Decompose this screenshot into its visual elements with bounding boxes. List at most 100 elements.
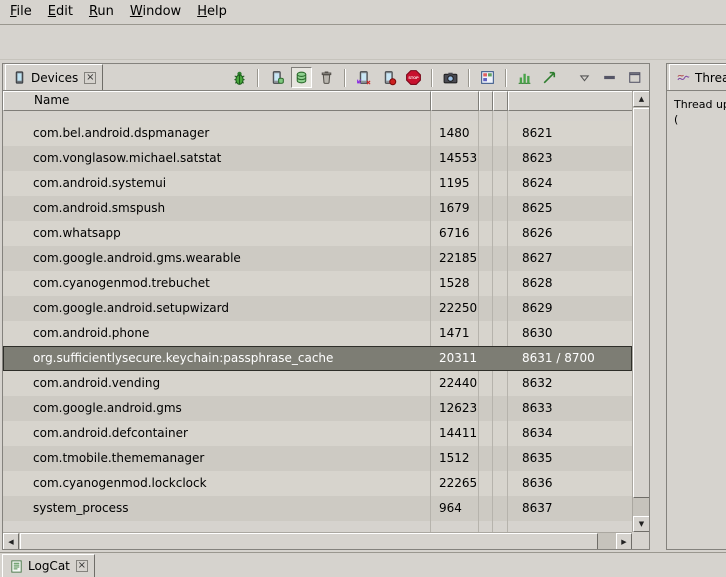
table-row[interactable]: com.google.android.gms.wearable221858627 [3,246,632,271]
threads-message-line2: ( [674,112,726,127]
cell-port: 8634 [508,421,632,446]
column-header-name[interactable]: Name [3,91,431,111]
cell-name: com.tmobile.thememanager [3,446,431,471]
systrace-icon[interactable] [539,67,560,88]
table-row[interactable]: system_process9648637 [3,496,632,521]
method-profiling-icon[interactable] [378,67,399,88]
table-row[interactable]: com.android.phone14718630 [3,321,632,346]
cell-pid: 1480 [431,121,479,146]
cause-gc-icon[interactable] [316,67,337,88]
cell-name: com.cyanogenmod.trebuchet [3,271,431,296]
table-row[interactable]: com.cyanogenmod.trebuchet15288628 [3,271,632,296]
cell-port: 8624 [508,171,632,196]
cell-port: 8632 [508,371,632,396]
scroll-up-button[interactable] [633,91,650,107]
menubar: File Edit Run Window Help [0,0,726,25]
toolbar-separator [344,69,346,87]
menu-window[interactable]: Window [122,1,189,23]
column-header-port[interactable] [508,91,632,111]
horizontal-scroll-thumb[interactable] [20,533,598,550]
view-menu-icon[interactable] [574,67,595,88]
devices-view: Devices STOP Name com.bel.android.dspman… [2,63,650,550]
toolbar-separator [468,69,470,87]
cell-name: com.google.android.setupwizard [3,296,431,321]
table-row[interactable]: com.android.smspush16798625 [3,196,632,221]
tab-threads[interactable]: Threads [669,64,726,90]
cell-empty [493,221,508,246]
table-row[interactable]: com.android.defcontainer144118634 [3,421,632,446]
maximize-icon[interactable] [624,67,645,88]
table-row[interactable]: com.google.android.setupwizard222508629 [3,296,632,321]
tab-devices[interactable]: Devices [5,64,103,90]
cell-empty [479,496,493,521]
cell-empty [479,471,493,496]
cell-pid: 12623 [431,396,479,421]
cell-empty [479,196,493,221]
table-row[interactable]: com.google.android.gms126238633 [3,396,632,421]
device-icon [12,70,27,85]
main-toolbar [0,25,726,60]
table-row[interactable]: com.vonglasow.michael.satstat145538623 [3,146,632,171]
table-row[interactable]: com.bel.android.dspmanager14808621 [3,121,632,146]
debug-process-icon[interactable] [229,67,250,88]
capture-bars-icon[interactable] [514,67,535,88]
column-header-pid[interactable] [431,91,479,111]
cell-empty [479,321,493,346]
menu-edit[interactable]: Edit [40,1,81,23]
table-row[interactable]: com.tmobile.thememanager15128635 [3,446,632,471]
screen-capture-icon[interactable] [440,67,461,88]
horizontal-scrollbar[interactable] [3,532,632,549]
cell-empty [493,246,508,271]
threads-icon [676,70,691,85]
scroll-right-button[interactable] [616,533,632,550]
tab-logcat-label: LogCat [28,559,70,573]
cell-port: 8623 [508,146,632,171]
cell-empty [493,321,508,346]
vertical-scroll-thumb[interactable] [633,108,650,498]
column-header-4[interactable] [493,91,508,111]
table-row[interactable]: com.whatsapp67168626 [3,221,632,246]
cell-pid: 14411 [431,421,479,446]
cell-empty [479,371,493,396]
toolbar-separator [431,69,433,87]
tab-threads-label: Threads [695,71,726,85]
cell-empty [493,421,508,446]
scroll-left-button[interactable] [3,533,19,550]
stop-process-icon[interactable]: STOP [403,67,424,88]
menu-run[interactable]: Run [81,1,122,23]
logcat-icon [9,559,24,574]
menu-file[interactable]: File [2,1,40,23]
cell-port: 8631 / 8700 [508,346,632,371]
table-row[interactable]: com.android.vending224408632 [3,371,632,396]
scroll-down-button[interactable] [633,516,650,532]
cell-port: 8625 [508,196,632,221]
update-threads-icon[interactable] [353,67,374,88]
table-filler [3,521,632,532]
toolbar-separator [505,69,507,87]
cell-empty [493,396,508,421]
cell-port: 8637 [508,496,632,521]
menu-help[interactable]: Help [189,1,235,23]
cell-pid: 1195 [431,171,479,196]
cell-empty [479,446,493,471]
close-icon[interactable] [84,72,96,84]
cell-name: com.android.systemui [3,171,431,196]
tab-logcat[interactable]: LogCat [2,554,95,577]
close-icon[interactable] [76,560,88,572]
table-row[interactable]: com.android.systemui1195 8624 [3,171,632,196]
table-row-partial [3,111,632,121]
update-heap-icon[interactable] [291,67,312,88]
minimize-icon[interactable] [599,67,620,88]
cell-empty [479,421,493,446]
column-header-3[interactable] [479,91,493,111]
show-heap-updates-icon[interactable] [266,67,287,88]
table-header: Name [3,91,632,111]
cell-pid: 1528 [431,271,479,296]
cell-pid: 964 [431,496,479,521]
vertical-scrollbar[interactable] [632,91,649,532]
toolbar-separator [257,69,259,87]
view-hierarchy-icon[interactable] [477,67,498,88]
table-row[interactable]: org.sufficientlysecure.keychain:passphra… [3,346,632,371]
table-row[interactable]: com.cyanogenmod.lockclock222658636 [3,471,632,496]
cell-empty [479,171,493,196]
